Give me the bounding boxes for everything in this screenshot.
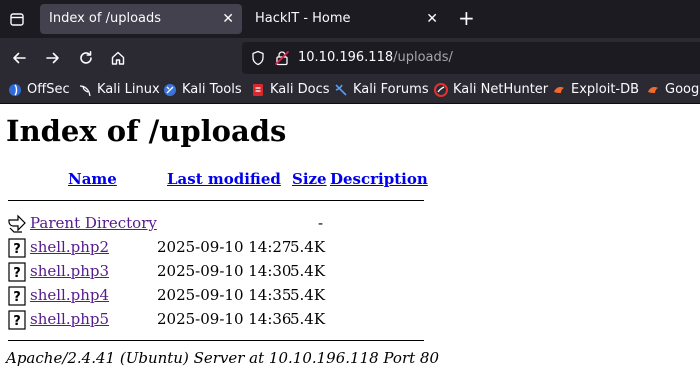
file-size: 5.4K xyxy=(290,286,326,304)
table-row: ? shell.php5 2025-09-10 14:36 5.4K xyxy=(0,310,440,332)
header-divider xyxy=(8,200,424,201)
bookmark-label: Exploit-DB xyxy=(571,82,640,97)
reload-button[interactable] xyxy=(75,47,97,69)
file-size: 5.4K xyxy=(290,262,326,280)
home-button[interactable] xyxy=(107,47,129,69)
insecure-lock-icon[interactable] xyxy=(274,50,290,66)
unknown-file-icon: ? xyxy=(8,262,26,282)
bookmark-kali-forums[interactable]: Kali Forums xyxy=(334,81,429,99)
tab-title: HackIT - Home xyxy=(255,11,351,26)
bookmark-google-hacking[interactable]: Googl xyxy=(646,81,700,99)
column-header-last-modified[interactable]: Last modified xyxy=(167,170,281,188)
tab-list-button[interactable] xyxy=(6,8,28,30)
kali-tools-icon xyxy=(164,84,176,96)
bookmark-offsec[interactable]: OffSec xyxy=(8,81,70,99)
unknown-file-icon: ? xyxy=(8,286,26,306)
table-row: ? shell.php3 2025-09-10 14:30 5.4K xyxy=(0,262,440,284)
file-size: 5.4K xyxy=(290,310,326,328)
bookmark-label: Googl xyxy=(665,82,700,97)
bookmark-kali-linux[interactable]: Kali Linux xyxy=(78,81,160,99)
svg-text:?: ? xyxy=(13,290,21,305)
footer-divider xyxy=(8,340,424,341)
exploitdb-icon xyxy=(554,87,564,93)
shield-icon[interactable] xyxy=(250,50,266,66)
table-row: ? shell.php2 2025-09-10 14:27 5.4K xyxy=(0,238,440,260)
bookmark-label: Kali Docs xyxy=(270,82,330,97)
file-size: 5.4K xyxy=(290,238,326,256)
back-arrow-folder-icon xyxy=(8,214,26,233)
google-hacking-icon xyxy=(648,87,658,93)
parent-directory-link[interactable]: Parent Directory xyxy=(30,214,157,232)
kali-docs-icon xyxy=(253,84,263,96)
arrow-right-icon xyxy=(46,52,59,64)
new-tab-button[interactable]: + xyxy=(458,6,475,30)
column-header-name[interactable]: Name xyxy=(68,170,117,188)
url-host: 10.10.196.118 xyxy=(298,50,394,65)
table-row: ? shell.php4 2025-09-10 14:35 5.4K xyxy=(0,286,440,308)
svg-text:?: ? xyxy=(13,314,21,329)
bookmark-label: Kali Linux xyxy=(97,82,160,97)
bookmark-kali-docs[interactable]: Kali Docs xyxy=(251,81,330,99)
column-header-size[interactable]: Size xyxy=(292,170,327,188)
file-link[interactable]: shell.php4 xyxy=(30,286,109,304)
file-link[interactable]: shell.php2 xyxy=(30,238,109,256)
kali-dragon-icon xyxy=(79,85,91,97)
tab-title: Index of /uploads xyxy=(49,11,162,26)
bookmark-kali-tools[interactable]: Kali Tools xyxy=(163,81,242,99)
bookmark-label: Kali Tools xyxy=(182,82,242,97)
offsec-icon xyxy=(9,84,21,96)
bookmark-exploit-db[interactable]: Exploit-DB xyxy=(552,81,639,99)
bookmarks-toolbar: OffSec Kali Linux Kali Tools Kali Docs K… xyxy=(0,78,700,104)
bookmark-kali-nethunter[interactable]: Kali NetHunter xyxy=(434,81,548,99)
bookmark-label: Kali Forums xyxy=(353,82,429,97)
tab-list-icon xyxy=(10,13,24,26)
svg-text:?: ? xyxy=(13,266,21,281)
svg-text:?: ? xyxy=(13,242,21,257)
url-path: /uploads/ xyxy=(393,50,453,65)
bookmark-label: Kali NetHunter xyxy=(453,82,549,97)
home-icon xyxy=(111,51,125,65)
page-content: Index of /uploads Name Last modified Siz… xyxy=(0,104,700,378)
forward-button[interactable] xyxy=(42,47,64,69)
address-bar[interactable]: 10.10.196.118/uploads/ xyxy=(242,42,700,74)
navigation-toolbar: 10.10.196.118/uploads/ xyxy=(0,38,700,78)
reload-icon xyxy=(80,51,92,64)
file-modified: 2025-09-10 14:35 xyxy=(157,286,292,304)
arrow-left-icon xyxy=(13,52,26,64)
server-signature: Apache/2.4.41 (Ubuntu) Server at 10.10.1… xyxy=(6,349,440,367)
unknown-file-icon: ? xyxy=(8,238,26,258)
file-modified: 2025-09-10 14:30 xyxy=(157,262,292,280)
file-modified: 2025-09-10 14:27 xyxy=(157,238,292,256)
url-text: 10.10.196.118/uploads/ xyxy=(298,42,453,74)
column-header-description[interactable]: Description xyxy=(330,170,428,188)
bookmark-label: OffSec xyxy=(27,82,70,97)
unknown-file-icon: ? xyxy=(8,310,26,330)
nethunter-icon xyxy=(434,83,448,97)
file-link[interactable]: shell.php3 xyxy=(30,262,109,280)
close-icon[interactable]: ✕ xyxy=(426,4,438,34)
tab-bar: Index of /uploads ✕ HackIT - Home ✕ + xyxy=(0,0,700,38)
page-title: Index of /uploads xyxy=(6,114,287,148)
kali-forums-icon xyxy=(335,84,347,96)
close-icon[interactable]: ✕ xyxy=(222,4,234,34)
file-size: - xyxy=(318,214,324,232)
table-row: Parent Directory - xyxy=(0,214,440,236)
plus-icon: + xyxy=(458,6,475,30)
back-button[interactable] xyxy=(8,47,30,69)
file-link[interactable]: shell.php5 xyxy=(30,310,109,328)
file-modified: 2025-09-10 14:36 xyxy=(157,310,292,328)
tab-index-uploads[interactable]: Index of /uploads ✕ xyxy=(40,4,242,34)
tab-hackit-home[interactable]: HackIT - Home ✕ xyxy=(246,4,446,34)
